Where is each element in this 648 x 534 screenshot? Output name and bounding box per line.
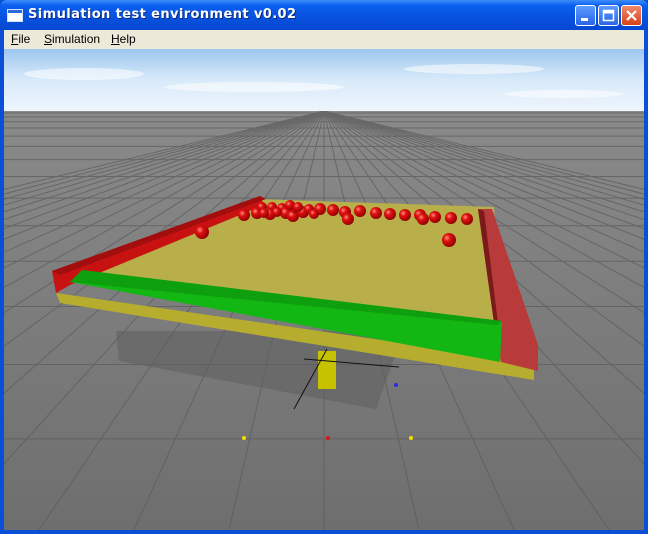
maximize-button[interactable] xyxy=(598,5,619,26)
app-window-icon xyxy=(7,9,23,22)
red-ball xyxy=(399,209,411,221)
support-pillar xyxy=(318,351,336,389)
red-ball xyxy=(309,209,319,219)
axis-marker-red xyxy=(326,436,330,440)
axis-marker-yellow-left xyxy=(242,436,246,440)
window-title: Simulation test environment v0.02 xyxy=(28,7,297,22)
red-ball xyxy=(384,208,396,220)
red-ball xyxy=(370,207,382,219)
axis-marker-yellow-right xyxy=(409,436,413,440)
red-ball xyxy=(327,204,339,216)
menu-simulation[interactable]: Simulation xyxy=(44,32,100,46)
red-ball xyxy=(272,207,282,217)
minimize-icon xyxy=(581,18,588,21)
close-button[interactable] xyxy=(621,5,642,26)
red-ball xyxy=(195,225,209,239)
menu-bar: File Simulation Help xyxy=(4,30,644,49)
red-ball xyxy=(442,233,456,247)
menu-file[interactable]: File xyxy=(11,32,30,46)
red-ball xyxy=(259,208,269,218)
maximize-icon xyxy=(602,9,615,22)
simulation-3d-viewport[interactable] xyxy=(4,49,644,530)
red-ball xyxy=(238,209,250,221)
red-ball xyxy=(342,213,354,225)
red-ball xyxy=(354,205,366,217)
menu-help[interactable]: Help xyxy=(111,32,136,46)
red-ball xyxy=(461,213,473,225)
application-window: Simulation test environment v0.02 File S… xyxy=(0,0,648,534)
red-ball xyxy=(293,202,303,212)
red-ball xyxy=(429,211,441,223)
title-bar[interactable]: Simulation test environment v0.02 xyxy=(0,0,648,30)
red-ball xyxy=(445,212,457,224)
close-icon xyxy=(626,10,637,21)
axis-marker-blue xyxy=(394,383,398,387)
sky-backdrop xyxy=(4,49,644,111)
red-ball xyxy=(417,213,429,225)
minimize-button[interactable] xyxy=(575,5,596,26)
